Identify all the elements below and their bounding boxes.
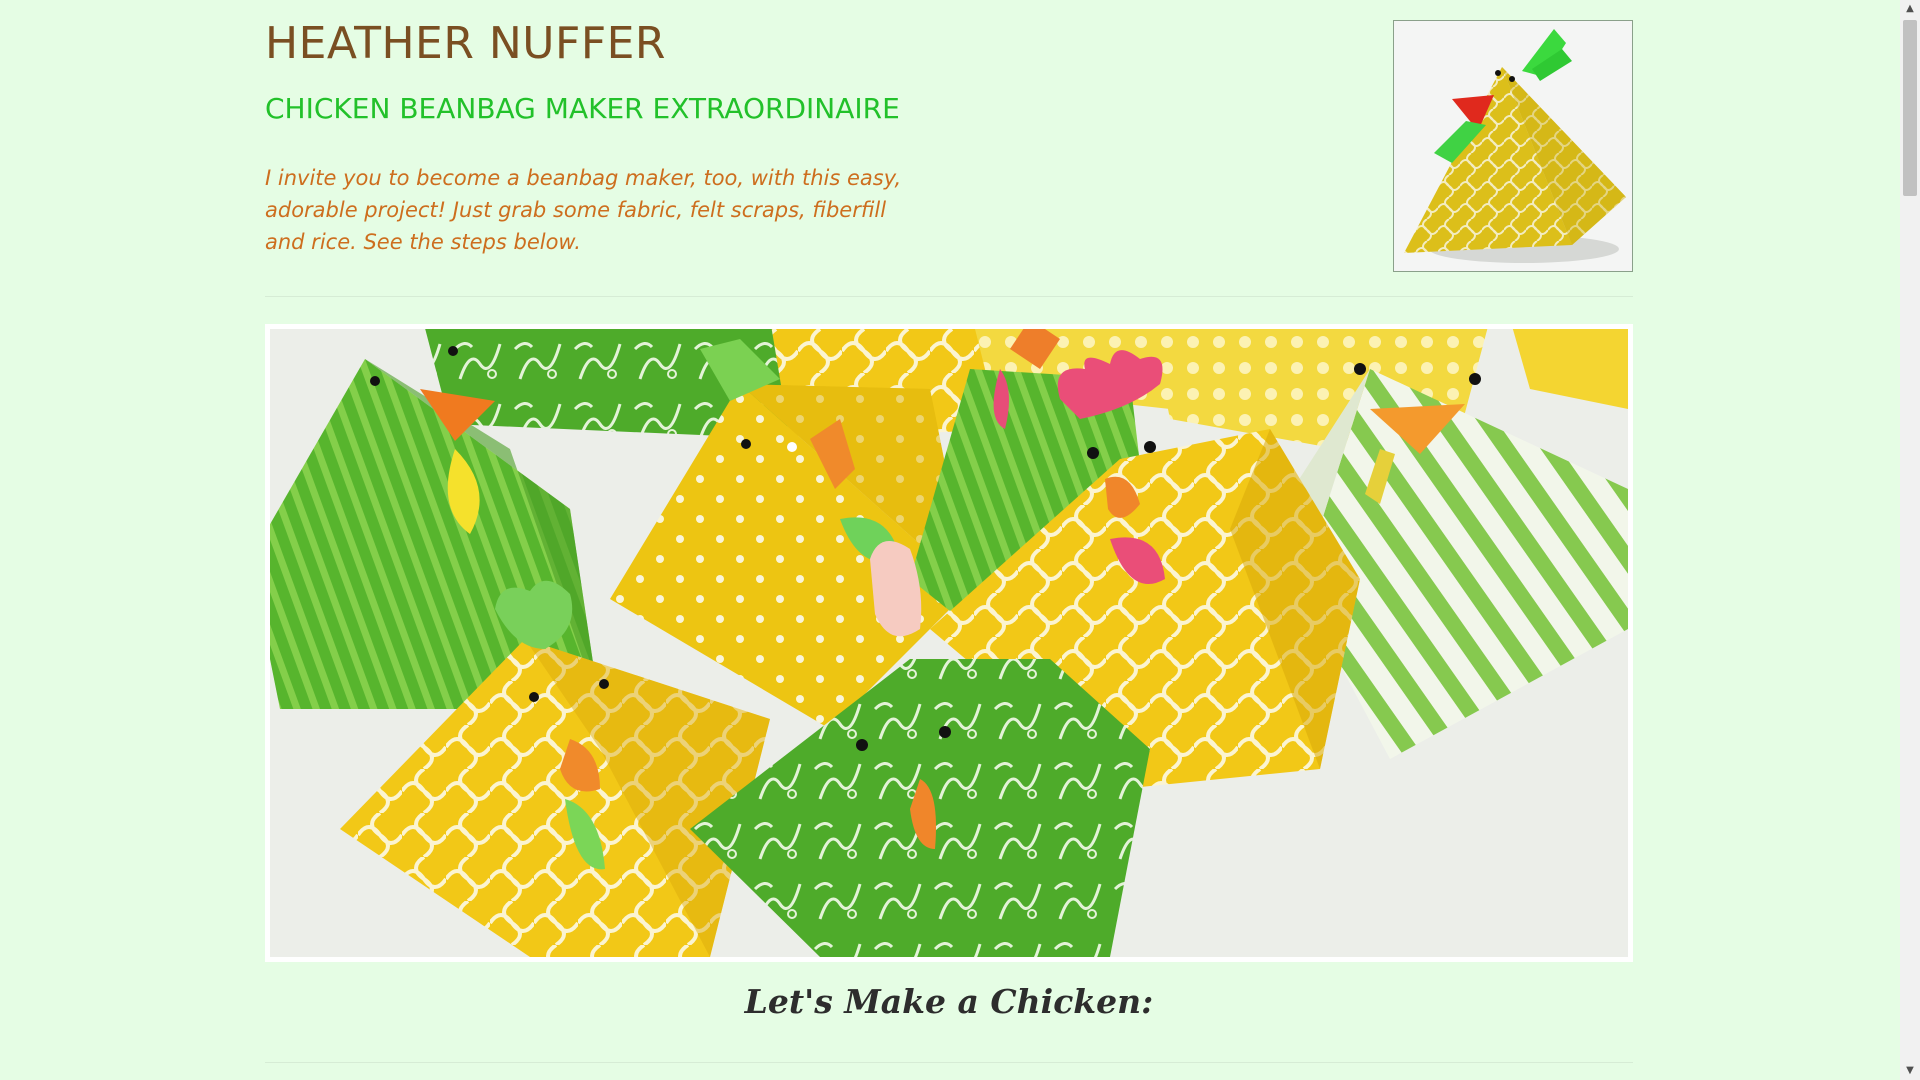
intro-text: I invite you to become a beanbag maker, … xyxy=(265,166,902,254)
header-thumbnail-image xyxy=(1393,20,1633,272)
section-title: Let's Make a Chicken: xyxy=(744,982,1154,1021)
vertical-scrollbar[interactable]: ▲ ▼ xyxy=(1900,0,1920,1080)
arrow-up-icon[interactable]: ▲ xyxy=(1900,0,1920,18)
hero-image xyxy=(270,329,1628,957)
site-tagline: CHICKEN BEANBAG MAKER EXTRAORDINAIRE xyxy=(265,92,900,125)
scrollbar-thumb[interactable] xyxy=(1903,20,1917,196)
site-header: HEATHER NUFFER CHICKEN BEANBAG MAKER EXT… xyxy=(265,0,1633,298)
arrow-down-icon[interactable]: ▼ xyxy=(1900,1062,1920,1080)
header-divider xyxy=(265,296,1633,297)
site-name: HEATHER NUFFER xyxy=(265,18,667,69)
hero-image-frame xyxy=(265,324,1633,962)
section-divider xyxy=(265,1062,1633,1063)
page: HEATHER NUFFER CHICKEN BEANBAG MAKER EXT… xyxy=(0,0,1900,1080)
main-container: HEATHER NUFFER CHICKEN BEANBAG MAKER EXT… xyxy=(265,0,1633,1063)
